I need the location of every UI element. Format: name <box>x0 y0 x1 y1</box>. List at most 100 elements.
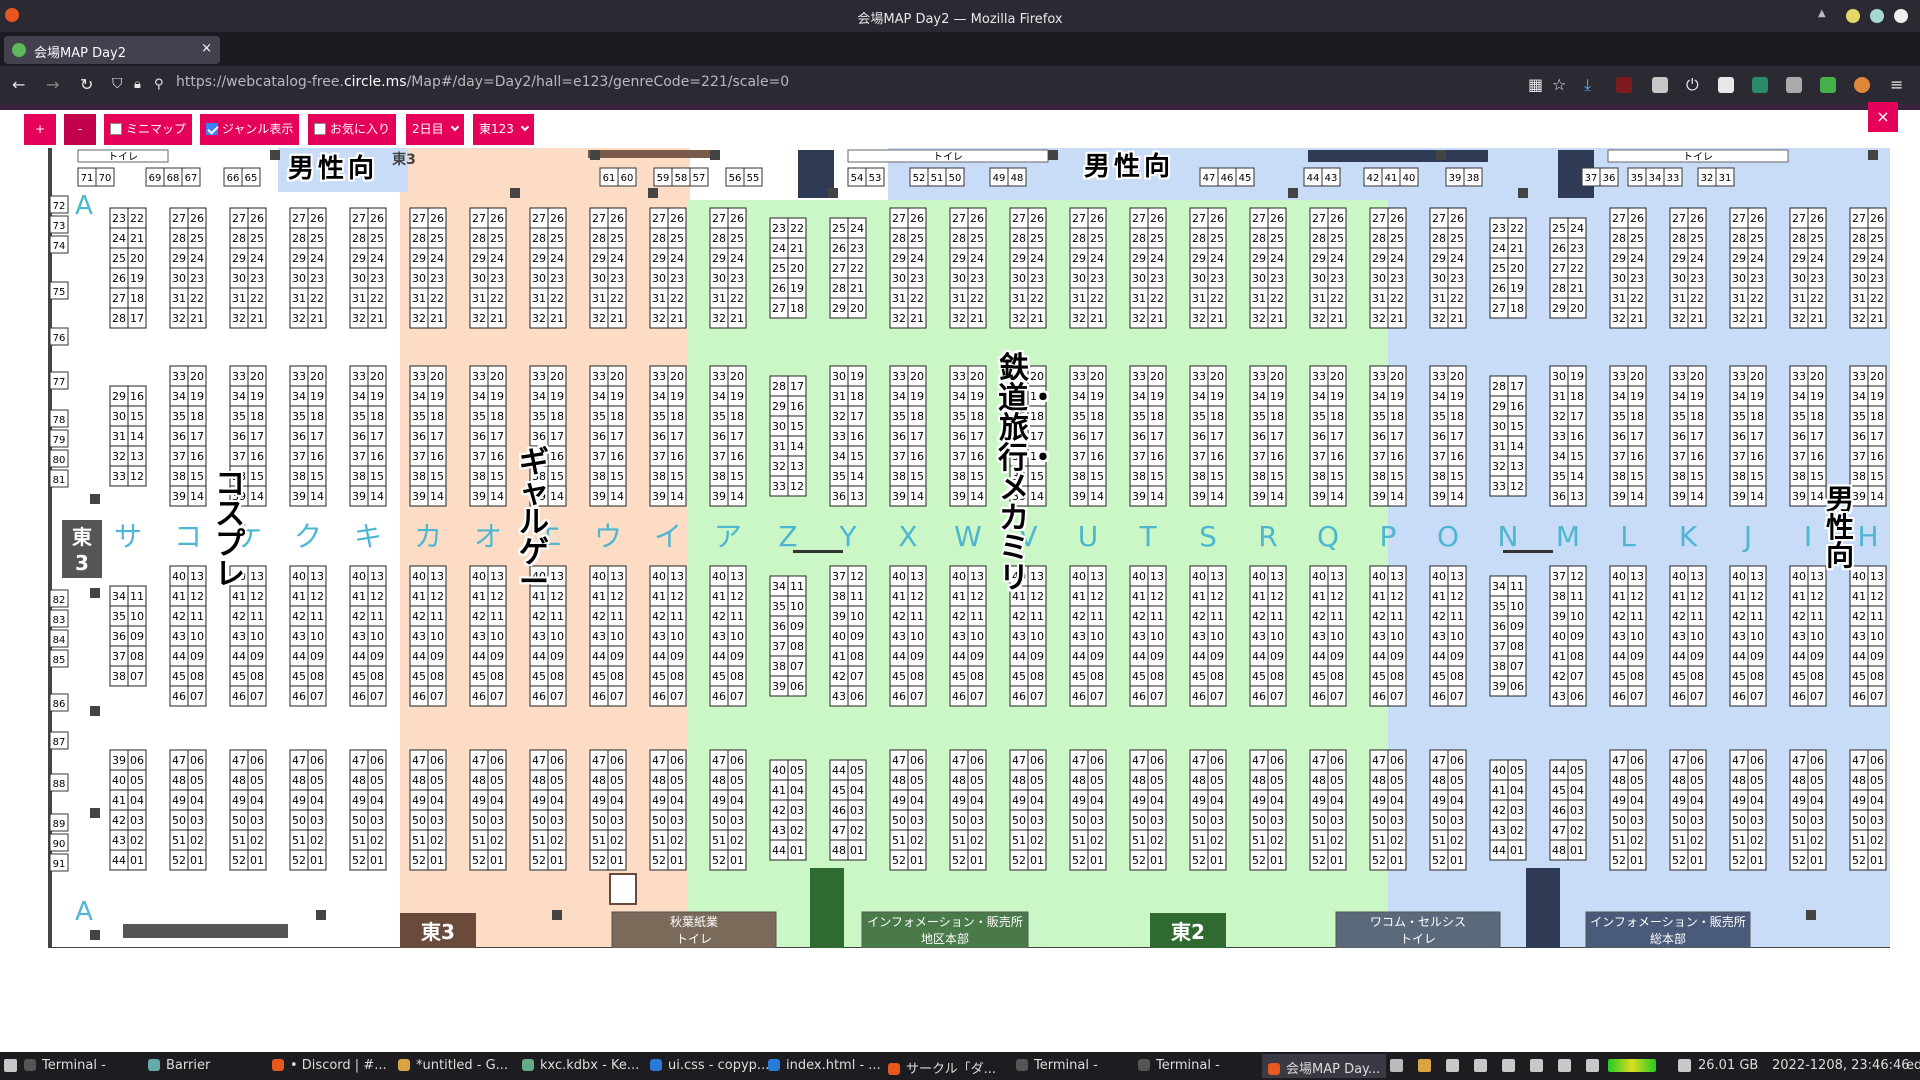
booth-number: 46 <box>1372 690 1386 703</box>
booth-number: 27 <box>172 212 186 225</box>
tab-active[interactable]: 会場MAP Day2 × <box>4 36 220 64</box>
booth-number: 22 <box>310 292 324 305</box>
volume-icon[interactable] <box>1530 1059 1543 1072</box>
taskbar-item[interactable]: 会場MAP Day... <box>1262 1054 1387 1078</box>
booth-number: 38 <box>832 590 846 603</box>
booth-number: 49 <box>1132 794 1146 807</box>
hall-select[interactable]: 東123 <box>473 114 534 145</box>
taskbar-item[interactable]: kxc.kdbx - Ke... <box>522 1058 639 1073</box>
lock-icon[interactable]: 🔒︎ <box>134 77 141 92</box>
url-bar[interactable]: https://webcatalog-free.circle.ms/Map#/d… <box>176 74 789 90</box>
booth-number: 28 <box>172 232 186 245</box>
side-letter-0: A <box>75 191 93 221</box>
s-extension-icon[interactable] <box>1752 77 1768 93</box>
booth-number: 14 <box>670 490 684 503</box>
booth-number: 27 <box>1252 212 1266 225</box>
taskbar-item[interactable]: Terminal - <box>1016 1058 1098 1073</box>
tray-icon-4[interactable] <box>1474 1059 1487 1072</box>
tray-icon-3[interactable] <box>1446 1059 1459 1072</box>
booth-number: 20 <box>1810 370 1824 383</box>
minimap-checkbox[interactable] <box>110 123 122 135</box>
day-value: 2日目 <box>412 122 444 136</box>
booth-number: 47 <box>1132 754 1146 767</box>
booth-number: 16 <box>190 450 204 463</box>
day-select[interactable]: 2日目 <box>406 114 464 145</box>
taskbar-item[interactable]: サークル「ダ... <box>888 1058 996 1077</box>
download-icon[interactable]: ⤓ <box>1584 75 1591 95</box>
venue-map[interactable]: トイレ トイレ トイレ 71 70 69 68 67 66 65 61 60 59 58 57 56 55 54 5… <box>48 148 1890 948</box>
booth-number: 10 <box>1150 630 1164 643</box>
booth-number: 34 <box>172 390 186 403</box>
booth-number: 35 <box>772 600 786 613</box>
booth-number: 29 <box>112 390 126 403</box>
booth-number: 52 <box>1672 854 1686 867</box>
notification-icon[interactable] <box>1586 1059 1599 1072</box>
venue-map-svg[interactable]: トイレ トイレ トイレ71 70 69 68 67 66 65 61 60 59 58 57 56 55 54 5… <box>48 148 1890 948</box>
bookmark-star-icon[interactable]: ☆ <box>1552 75 1566 94</box>
genre-checkbox[interactable] <box>206 123 218 135</box>
booth-number: 11 <box>1390 610 1404 623</box>
booth-number: 50 <box>1672 814 1686 827</box>
booth-number: 17 <box>730 430 744 443</box>
reload-icon[interactable]: ↻ <box>80 75 93 94</box>
window-minimize-button[interactable] <box>1846 9 1860 23</box>
color-extension-icon[interactable] <box>1854 77 1870 93</box>
booth-number: 24 <box>1090 252 1104 265</box>
battery-icon[interactable] <box>1558 1059 1571 1072</box>
taskbar-item[interactable]: *untitled - G... <box>398 1058 508 1073</box>
shield-icon[interactable]: ⛉ <box>112 76 123 92</box>
favorite-toggle[interactable]: お気に入り <box>308 114 397 145</box>
back-icon[interactable]: ← <box>12 75 25 94</box>
booth-number: 40 <box>1552 630 1566 643</box>
booth-number: 43 <box>892 630 906 643</box>
extensions-grid-icon[interactable]: ▦ <box>1528 75 1543 94</box>
taskbar-item[interactable]: Terminal - <box>1138 1058 1220 1073</box>
taskbar-item[interactable]: ui.css - copyp... <box>650 1058 769 1073</box>
taskbar-menu-icon[interactable] <box>4 1059 17 1072</box>
window-close-button[interactable] <box>1894 9 1908 23</box>
taskbar-item[interactable]: • Discord | #... <box>272 1058 387 1073</box>
booth-number: 05 <box>190 774 204 787</box>
tray-icon-5[interactable] <box>1502 1059 1515 1072</box>
booth-number: 50 <box>1192 814 1206 827</box>
booth-number: 03 <box>910 814 924 827</box>
top-booth-label-45: 45 <box>1239 173 1252 184</box>
booth-number: 30 <box>112 410 126 423</box>
booth-number: 07 <box>1150 690 1164 703</box>
tray-icon-1[interactable] <box>1390 1059 1403 1072</box>
tab-close-button[interactable]: × <box>201 41 212 56</box>
tray-icon-2[interactable] <box>1418 1059 1431 1072</box>
zoom-in-button[interactable]: + <box>24 114 56 145</box>
booth-number: 49 <box>892 794 906 807</box>
booth-number: 23 <box>1870 272 1884 285</box>
green-extension-icon[interactable] <box>1820 77 1836 93</box>
booth-number: 07 <box>730 690 744 703</box>
forward-icon[interactable]: → <box>46 75 59 94</box>
taskbar-item[interactable]: Barrier <box>148 1058 210 1073</box>
top-booth-label-41: 41 <box>1385 173 1398 184</box>
taskbar-item[interactable]: Terminal - <box>24 1058 106 1073</box>
menu-icon[interactable]: ≡ <box>1890 75 1903 94</box>
sidebar-icon[interactable] <box>1718 77 1734 93</box>
booth-number: 05 <box>1690 774 1704 787</box>
ublock-icon[interactable] <box>1616 77 1632 93</box>
addon-grid-icon[interactable] <box>1652 77 1668 93</box>
booth-number: 17 <box>670 430 684 443</box>
zoom-out-button[interactable]: - <box>64 114 96 145</box>
booth-number: 28 <box>592 232 606 245</box>
permissions-icon[interactable]: ⚲ <box>154 77 164 92</box>
reader-icon[interactable] <box>1786 77 1802 93</box>
booth-number: 43 <box>532 630 546 643</box>
window-maximize-button[interactable] <box>1870 9 1884 23</box>
favorite-checkbox[interactable] <box>314 123 326 135</box>
power-icon[interactable]: ⏻ <box>1686 75 1699 95</box>
genre-toggle[interactable]: ジャンル表示 <box>200 114 300 145</box>
close-map-button[interactable]: × <box>1868 102 1898 132</box>
booth-number: 38 <box>472 470 486 483</box>
booth-number: 24 <box>1690 252 1704 265</box>
window-up-icon[interactable]: ▲ <box>1818 8 1832 22</box>
taskbar-item[interactable]: index.html - ... <box>768 1058 881 1073</box>
booth-number: 51 <box>172 834 186 847</box>
top-booth-label-34: 34 <box>1649 173 1662 184</box>
minimap-toggle[interactable]: ミニマップ <box>104 114 193 145</box>
